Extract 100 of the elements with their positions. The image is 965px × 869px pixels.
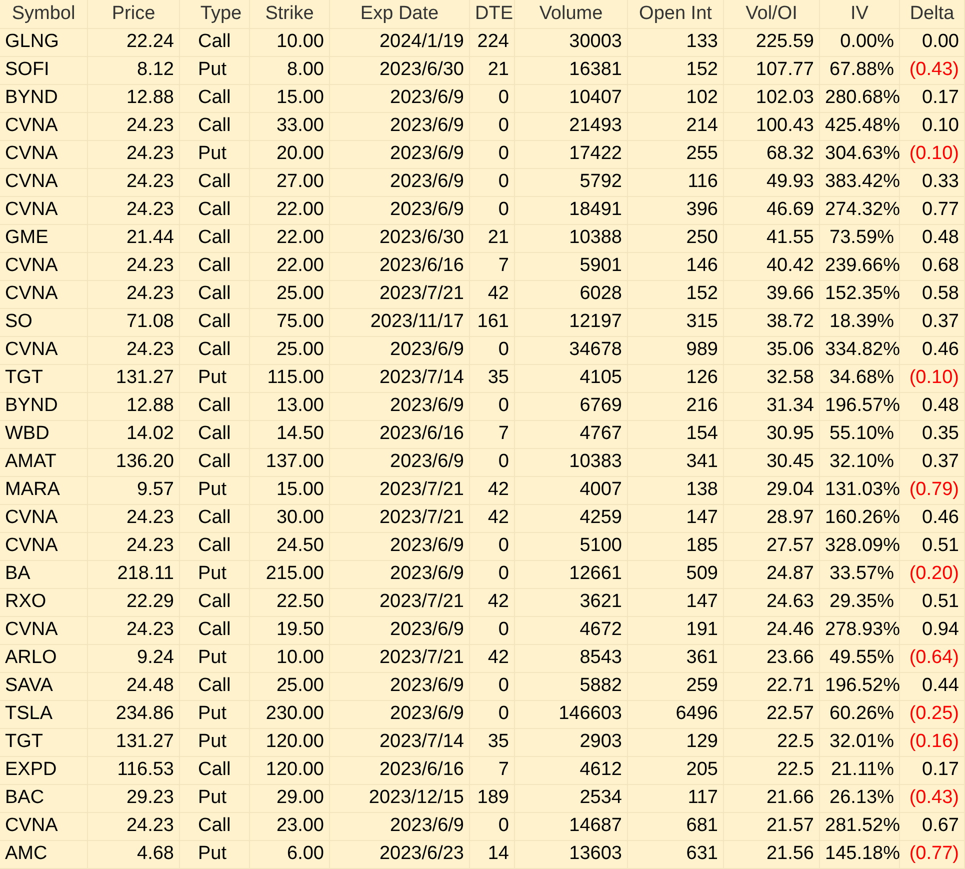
table-cell: 274.32% <box>820 196 900 225</box>
table-cell: 42 <box>470 280 515 309</box>
column-header: Open Int <box>628 0 724 29</box>
table-cell: 32.01% <box>820 728 900 757</box>
table-cell: 334.82% <box>820 336 900 365</box>
table-cell: 4259 <box>515 504 628 533</box>
table-cell: 0 <box>470 168 515 197</box>
table-cell: 25.00 <box>250 280 330 309</box>
table-cell: 20.00 <box>250 140 330 169</box>
table-cell: 29.00 <box>250 784 330 813</box>
table-cell: 7 <box>470 756 515 785</box>
table-cell: Put <box>180 140 250 169</box>
table-cell: 196.57% <box>820 392 900 421</box>
table-cell: 7 <box>470 420 515 449</box>
table-cell: Call <box>180 672 250 701</box>
table-cell: 189 <box>470 784 515 813</box>
table-cell: 22.71 <box>724 672 820 701</box>
table-cell: 0.68 <box>900 252 965 281</box>
table-cell: CVNA <box>0 504 88 533</box>
table-cell: 22.00 <box>250 252 330 281</box>
table-cell: 2023/6/23 <box>330 840 470 869</box>
table-cell: 60.26% <box>820 700 900 729</box>
table-cell: SO <box>0 308 88 337</box>
table-cell: 33.00 <box>250 112 330 141</box>
table-cell: Put <box>180 364 250 393</box>
table-cell: 27.00 <box>250 168 330 197</box>
table-cell: 2023/6/9 <box>330 140 470 169</box>
table-cell: 0.58 <box>900 280 965 309</box>
table-cell: 4767 <box>515 420 628 449</box>
table-cell: 42 <box>470 588 515 617</box>
table-cell: 24.23 <box>88 112 180 141</box>
table-cell: 21.56 <box>724 840 820 869</box>
table-cell: 0.51 <box>900 588 965 617</box>
table-cell: CVNA <box>0 168 88 197</box>
table-cell: 49.55% <box>820 644 900 673</box>
table-cell: BYND <box>0 84 88 113</box>
table-cell: 631 <box>628 840 724 869</box>
table-cell: 38.72 <box>724 308 820 337</box>
table-cell: 24.23 <box>88 140 180 169</box>
table-cell: Call <box>180 224 250 253</box>
table-cell: 55.10% <box>820 420 900 449</box>
table-cell: 239.66% <box>820 252 900 281</box>
table-cell: 24.23 <box>88 812 180 841</box>
table-cell: Call <box>180 504 250 533</box>
table-cell: (0.10) <box>900 140 965 169</box>
table-cell: 146 <box>628 252 724 281</box>
table-cell: 0 <box>470 140 515 169</box>
column-header: Delta <box>900 0 965 29</box>
table-cell: CVNA <box>0 812 88 841</box>
table-cell: 14 <box>470 840 515 869</box>
table-cell: 24.87 <box>724 560 820 589</box>
table-cell: CVNA <box>0 336 88 365</box>
table-cell: 0 <box>470 112 515 141</box>
table-cell: 34678 <box>515 336 628 365</box>
table-cell: 120.00 <box>250 756 330 785</box>
table-cell: CVNA <box>0 252 88 281</box>
table-cell: 0.17 <box>900 756 965 785</box>
table-cell: 147 <box>628 588 724 617</box>
table-cell: 75.00 <box>250 308 330 337</box>
table-cell: 10.00 <box>250 644 330 673</box>
table-cell: TGT <box>0 364 88 393</box>
table-cell: 22.00 <box>250 224 330 253</box>
table-cell: 341 <box>628 448 724 477</box>
table-cell: Put <box>180 644 250 673</box>
table-cell: 2023/6/9 <box>330 672 470 701</box>
table-cell: 126 <box>628 364 724 393</box>
table-cell: 0.67 <box>900 812 965 841</box>
table-cell: 17422 <box>515 140 628 169</box>
table-cell: 7 <box>470 252 515 281</box>
table-cell: Put <box>180 56 250 85</box>
table-cell: 49.93 <box>724 168 820 197</box>
table-cell: 2023/6/9 <box>330 448 470 477</box>
table-cell: 396 <box>628 196 724 225</box>
table-cell: 191 <box>628 616 724 645</box>
table-cell: 0.51 <box>900 532 965 561</box>
table-cell: 29.04 <box>724 476 820 505</box>
table-cell: 30003 <box>515 28 628 57</box>
table-cell: (0.10) <box>900 364 965 393</box>
table-cell: 0.44 <box>900 672 965 701</box>
table-cell: 2023/6/16 <box>330 756 470 785</box>
table-cell: 42 <box>470 504 515 533</box>
table-cell: 2023/6/9 <box>330 196 470 225</box>
table-cell: 0 <box>470 560 515 589</box>
table-cell: 2534 <box>515 784 628 813</box>
table-cell: 8543 <box>515 644 628 673</box>
table-cell: 0 <box>470 196 515 225</box>
table-cell: 255 <box>628 140 724 169</box>
table-cell: 0.46 <box>900 504 965 533</box>
table-cell: CVNA <box>0 280 88 309</box>
table-cell: 31.34 <box>724 392 820 421</box>
table-cell: 131.27 <box>88 728 180 757</box>
table-cell: WBD <box>0 420 88 449</box>
table-cell: 21 <box>470 56 515 85</box>
column-header: Exp Date <box>330 0 470 29</box>
table-cell: Call <box>180 336 250 365</box>
table-cell: 0 <box>470 448 515 477</box>
table-cell: 4.68 <box>88 840 180 869</box>
table-cell: 131.27 <box>88 364 180 393</box>
table-cell: SOFI <box>0 56 88 85</box>
table-cell: 30.45 <box>724 448 820 477</box>
